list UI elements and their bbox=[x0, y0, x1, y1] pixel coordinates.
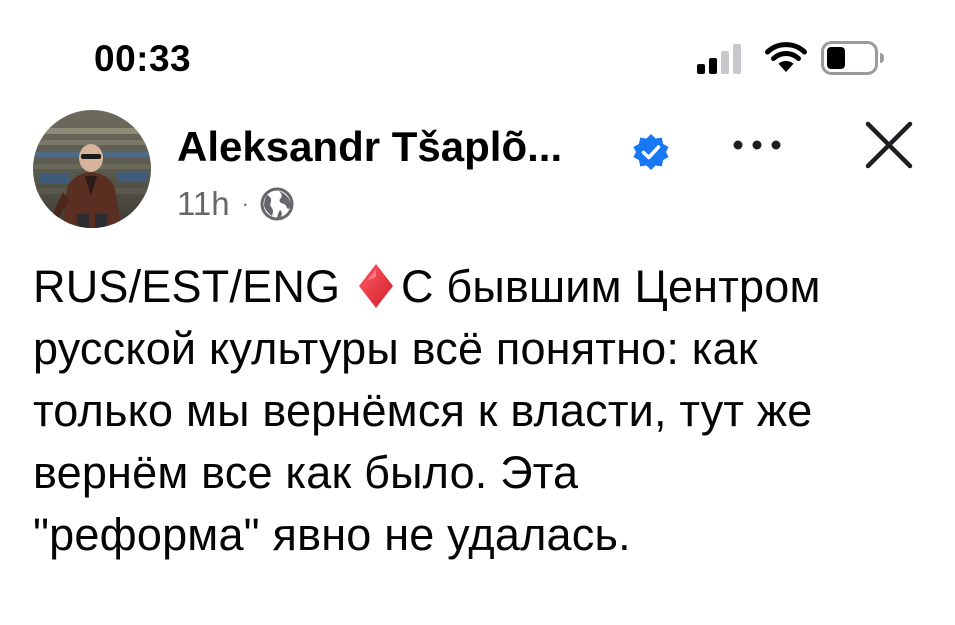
avatar[interactable] bbox=[33, 110, 151, 228]
post-text-line-1: RUS/EST/ENG С бывшим Центром bbox=[33, 256, 933, 318]
verified-badge-icon bbox=[633, 134, 669, 170]
battery-icon bbox=[821, 41, 884, 75]
post-text-line-4: вернём все как было. Эта bbox=[33, 447, 579, 498]
post-text-line-5: "реформа" явно не удалась. bbox=[33, 509, 631, 560]
post-meta: 11h · bbox=[177, 184, 295, 224]
post-text: RUS/EST/ENG С бывшим Центром русской кул… bbox=[33, 256, 933, 566]
post-timestamp[interactable]: 11h bbox=[177, 185, 230, 223]
more-options-button[interactable] bbox=[730, 130, 784, 160]
status-bar: 00:33 bbox=[0, 0, 955, 100]
post-text-line-3: только мы вернёмся к власти, тут же bbox=[33, 385, 813, 436]
post-text-line-2: русской культуры всё понятно: как bbox=[33, 323, 758, 374]
meta-separator: · bbox=[241, 191, 249, 216]
cellular-signal-icon bbox=[697, 44, 741, 74]
red-diamond-icon bbox=[358, 264, 393, 308]
wifi-icon bbox=[765, 42, 807, 72]
post-text-suffix: С бывшим Центром bbox=[400, 261, 821, 312]
close-button[interactable] bbox=[862, 118, 916, 172]
post-text-prefix: RUS/EST/ENG bbox=[33, 261, 341, 312]
post-header: Aleksandr Tšaplõ... 11h · bbox=[0, 100, 955, 240]
author-name[interactable]: Aleksandr Tšaplõ... bbox=[177, 122, 562, 172]
status-time: 00:33 bbox=[94, 38, 192, 79]
globe-icon bbox=[260, 187, 294, 221]
avatar-photo bbox=[33, 110, 151, 228]
